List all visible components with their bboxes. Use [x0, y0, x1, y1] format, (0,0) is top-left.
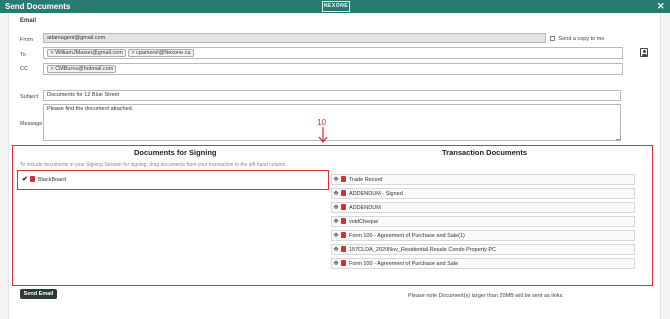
send-copy-label: Send a copy to me [558, 36, 605, 42]
pdf-icon [30, 176, 35, 182]
left-gutter [0, 13, 9, 319]
drag-handle-icon[interactable]: ✥ [333, 189, 339, 200]
document-name: 157CLDA_2020Nov_Residential Resale Condo… [349, 247, 497, 253]
document-name: voidCheque [349, 219, 379, 225]
checkmark-icon: ✔ [22, 176, 28, 183]
drag-handle-icon[interactable]: ✥ [333, 231, 339, 242]
subject-value: Documents for 12 Blue Street [47, 92, 120, 98]
cc-label: CC [20, 66, 28, 72]
message-value: Please find the document attached. [47, 106, 134, 112]
transaction-document-item[interactable]: ✥ voidCheque [331, 216, 635, 227]
to-label: To [20, 52, 26, 58]
from-value: adamagent@gmail.com [47, 35, 106, 41]
document-name: Trade Record [349, 177, 383, 183]
remove-recipient-icon[interactable]: ✕ [50, 50, 54, 56]
pdf-icon [341, 176, 346, 182]
document-name: Form 100 - Agreement of Purchase and Sal… [349, 233, 465, 239]
pdf-icon [341, 232, 346, 238]
drag-handle-icon[interactable]: ✥ [333, 203, 339, 214]
from-field: adamagent@gmail.com [43, 33, 546, 43]
transaction-document-item[interactable]: ✥ Form 100 - Agreement of Purchase and Sa… [331, 258, 635, 269]
recipient-chip[interactable]: ✕WilliamJMason@gmail.com [47, 49, 126, 57]
to-field[interactable]: ✕WilliamJMason@gmail.com ✕cpamorel@Nexone… [43, 47, 623, 59]
transaction-document-item[interactable]: ✥ ADDENDUM [331, 202, 635, 213]
document-name: Form 100 - Agreement of Purchase and Sal… [349, 261, 459, 267]
message-label: Message [20, 121, 43, 127]
drag-handle-icon[interactable]: ✥ [333, 259, 339, 270]
cc-chip[interactable]: ✕CMBurns@hotmail.com [47, 65, 117, 73]
checkbox-box[interactable] [550, 36, 555, 41]
remove-recipient-icon[interactable]: ✕ [131, 50, 135, 56]
send-email-button[interactable]: Send Email [20, 289, 57, 299]
drag-handle-icon[interactable]: ✥ [333, 245, 339, 256]
close-icon[interactable]: ✕ [657, 1, 665, 12]
subject-input[interactable]: Documents for 12 Blue Street [43, 90, 621, 101]
address-book-icon[interactable] [640, 48, 648, 57]
signing-heading: Documents for Signing [134, 148, 217, 157]
document-name: ADDENDUM - Signed [349, 191, 403, 197]
transaction-document-item[interactable]: ✥ ADDENDUM - Signed [331, 188, 635, 199]
subject-label: Subject [20, 94, 39, 100]
email-section-label: Email [20, 18, 37, 24]
cc-field[interactable]: ✕CMBurns@hotmail.com [43, 63, 623, 75]
transaction-document-item[interactable]: ✥ Form 100 - Agreement of Purchase and Sa… [331, 230, 635, 241]
transaction-document-item[interactable]: ✥ Trade Record [331, 174, 635, 185]
transaction-document-item[interactable]: ✥ 157CLDA_2020Nov_Residential Resale Cond… [331, 244, 635, 255]
drag-handle-icon[interactable]: ✥ [333, 217, 339, 228]
pdf-icon [341, 190, 346, 196]
remove-cc-icon[interactable]: ✕ [50, 66, 54, 72]
signing-document-item[interactable]: ✔ BlackBoard [21, 174, 301, 185]
document-name: ADDENDUM [349, 205, 381, 211]
transaction-heading: Transaction Documents [442, 148, 528, 157]
pdf-icon [341, 246, 346, 252]
resize-grip-icon[interactable] [616, 135, 621, 140]
document-name: BlackBoard [38, 177, 67, 183]
nexone-logo: NEXONE [322, 1, 350, 12]
annotation-arrow-icon [318, 127, 328, 143]
size-footnote: Please note Document(s) larger than 20MB… [408, 293, 564, 299]
recipient-chip[interactable]: ✕cpamorel@Nexone.ca [127, 49, 194, 57]
pdf-icon [341, 204, 346, 210]
window-title: Send Documents [5, 2, 71, 11]
from-label: From [20, 37, 33, 43]
right-gutter [660, 13, 670, 319]
annotation-number: 10 [317, 118, 326, 127]
signing-hint: To include documents in your Signing Ses… [20, 162, 287, 168]
pdf-icon [341, 260, 346, 266]
send-copy-checkbox[interactable]: Send a copy to me [550, 36, 604, 42]
window-titlebar: Send Documents NEXONE ✕ [0, 0, 670, 13]
pdf-icon [341, 218, 346, 224]
drag-handle-icon[interactable]: ✥ [333, 175, 339, 186]
message-textarea[interactable]: Please find the document attached. [43, 104, 621, 141]
